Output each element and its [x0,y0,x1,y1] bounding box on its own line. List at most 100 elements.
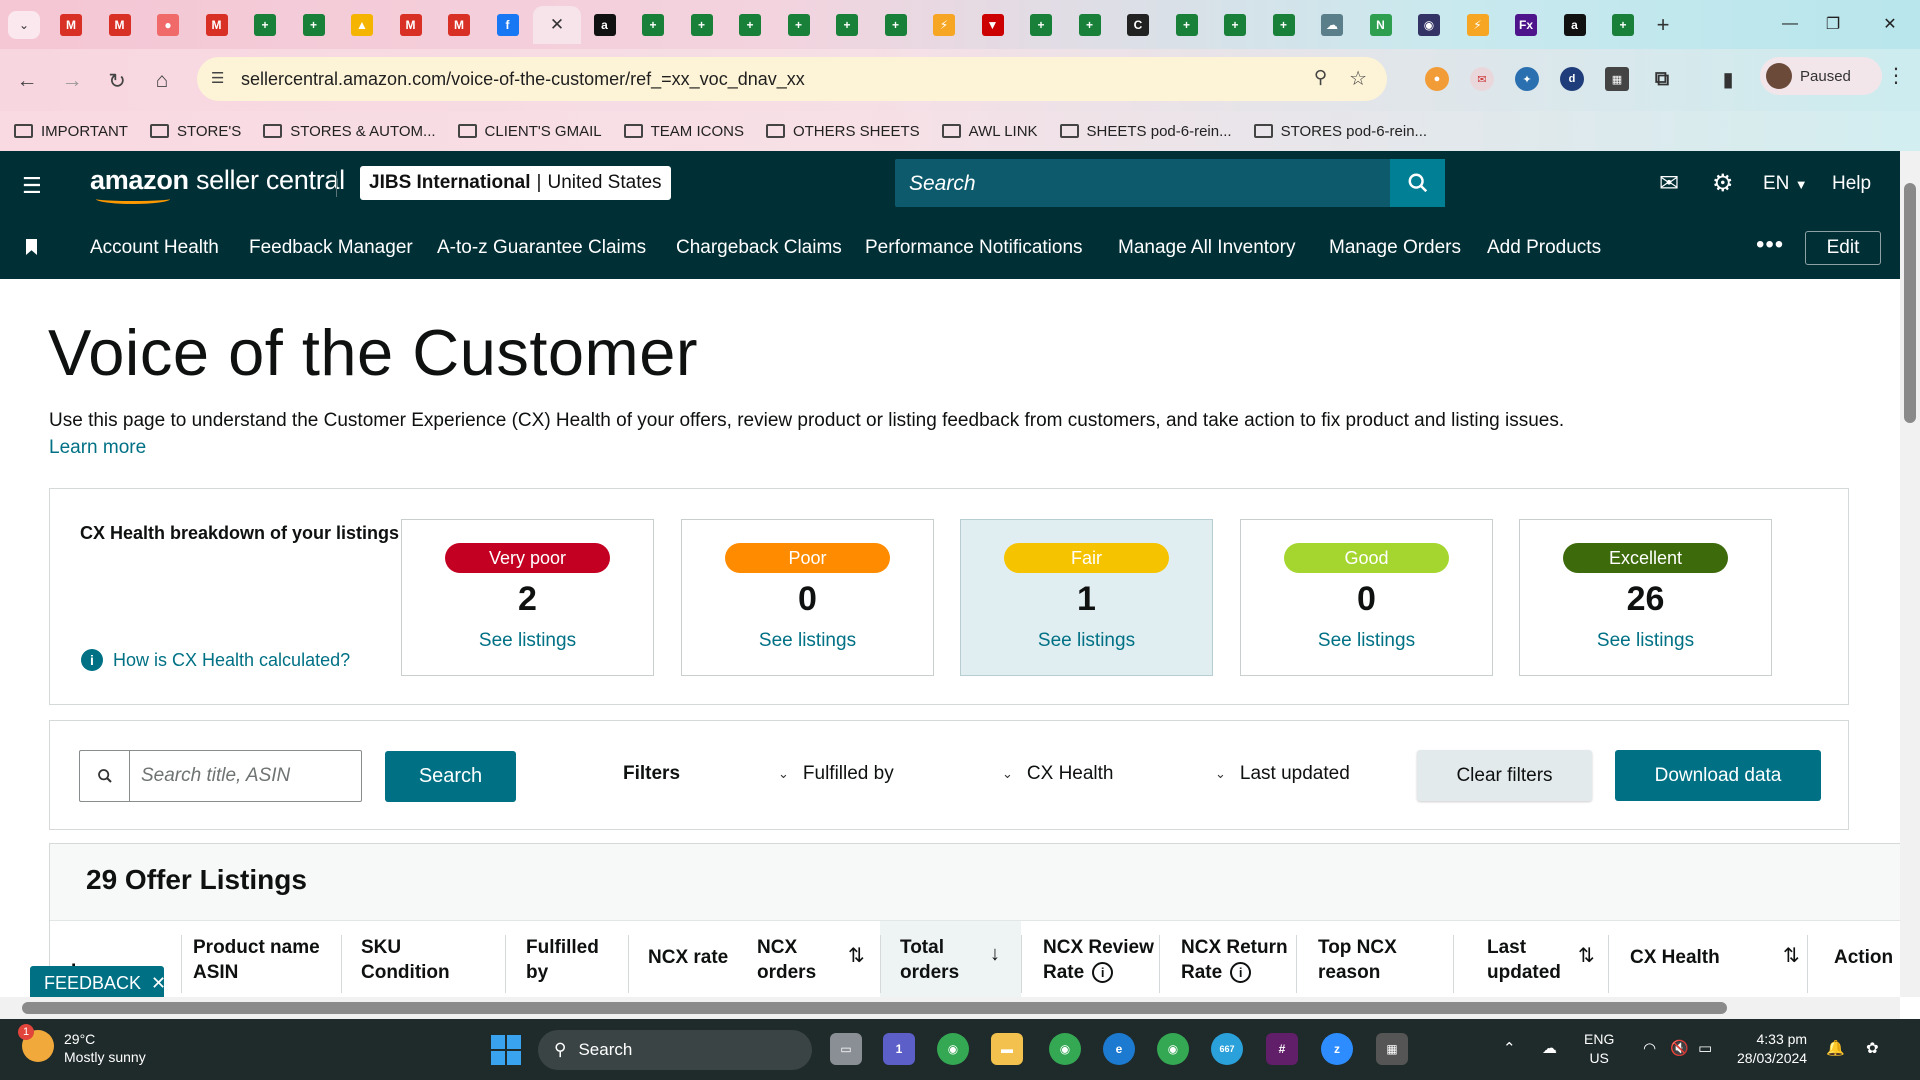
scrollbar-thumb[interactable] [22,1002,1727,1014]
vertical-scrollbar[interactable] [1900,151,1920,997]
browser-tab[interactable]: M [388,6,434,44]
search-button[interactable] [1390,159,1445,207]
bookmark-folder[interactable]: AWL LINK [941,123,1038,140]
site-info-icon[interactable]: ☰ [211,69,224,87]
nav-link[interactable]: Chargeback Claims [676,237,842,259]
browser-tab[interactable]: M [194,6,240,44]
browser-tab[interactable]: + [824,6,870,44]
browser-tab[interactable]: + [776,6,822,44]
cx-health-dropdown[interactable]: ⌄ CX Health [1002,763,1114,785]
browser-tab[interactable]: + [242,6,288,44]
account-switcher[interactable]: JIBS International | United States [360,166,671,200]
bookmark-icon[interactable] [26,239,37,255]
taskbar-search[interactable]: ⚲ Search [538,1030,812,1070]
extensions-puzzle-icon[interactable]: ⧉ [1650,67,1674,91]
edit-nav-button[interactable]: Edit [1805,231,1881,265]
nav-link[interactable]: Manage All Inventory [1118,237,1295,259]
cx-health-card[interactable]: Poor 0 See listings [681,519,934,676]
hamburger-menu-icon[interactable]: ☰ [22,173,42,199]
task-view-icon[interactable]: ▭ [830,1033,862,1065]
cx-health-card[interactable]: Very poor 2 See listings [401,519,654,676]
nav-link[interactable]: Performance Notifications [865,237,1083,259]
gear-icon[interactable]: ⚙ [1712,169,1734,198]
horizontal-scrollbar[interactable] [0,997,1900,1019]
browser-tab[interactable]: + [727,6,773,44]
browser-tab[interactable]: ▲ [339,6,385,44]
bookmark-folder[interactable]: SHEETS pod-6-rein... [1059,123,1232,140]
search-button[interactable]: Search [385,751,516,802]
last-updated-dropdown[interactable]: ⌄ Last updated [1215,763,1350,785]
column-header[interactable]: NCX Review Rate i [1043,935,1154,985]
seller-central-logo[interactable]: amazon seller central [90,165,345,204]
windows-start-icon[interactable] [491,1035,521,1065]
browser-tab[interactable]: + [1212,6,1258,44]
cx-health-card[interactable]: Good 0 See listings [1240,519,1493,676]
close-icon[interactable]: ✕ [546,14,568,36]
clear-filters-button[interactable]: Clear filters [1417,750,1592,801]
extension-icon[interactable]: ✉ [1470,67,1494,91]
column-header[interactable]: NCX rate [648,945,728,970]
sort-descending-icon[interactable]: ↓ [990,943,1000,966]
browser-tab[interactable]: + [873,6,919,44]
notification-bell-icon[interactable]: 🔔 [1826,1039,1845,1057]
column-header[interactable]: Product name ASIN [193,935,320,985]
column-header[interactable]: NCX Return Rate i [1181,935,1288,985]
see-listings-link[interactable]: See listings [961,630,1212,652]
browser-tab[interactable]: N [1358,6,1404,44]
bookmark-star-icon[interactable]: ☆ [1349,66,1367,91]
cx-health-card[interactable]: Excellent 26 See listings [1519,519,1772,676]
info-icon[interactable]: i [1092,962,1114,984]
see-listings-link[interactable]: See listings [1520,630,1771,652]
bookmark-folder[interactable]: STORE'S [149,123,241,140]
input-language[interactable]: ENG US [1584,1030,1614,1068]
nav-link[interactable]: Account Health [90,237,219,259]
info-icon[interactable]: i [1230,962,1252,984]
help-link[interactable]: Help [1832,173,1871,195]
nav-link[interactable]: A-to-z Guarantee Claims [437,237,646,259]
sort-icon[interactable]: ⇅ [1578,943,1595,968]
profile-button[interactable]: Paused [1760,57,1882,95]
sort-icon[interactable]: ⇅ [1783,943,1800,968]
bookmark-folder[interactable]: STORES pod-6-rein... [1253,123,1427,140]
edge-icon[interactable]: e [1103,1033,1135,1065]
see-listings-link[interactable]: See listings [1241,630,1492,652]
column-header[interactable]: Top NCX reason [1318,935,1397,985]
more-options-icon[interactable]: ••• [1756,231,1784,259]
new-tab-icon[interactable]: + [1648,10,1678,40]
column-header[interactable]: Total orders [900,935,959,985]
minimize-icon[interactable]: — [1770,10,1810,38]
cx-health-help-link[interactable]: i How is CX Health calculated? [81,649,350,671]
telegram-icon[interactable]: 667 [1211,1033,1243,1065]
bookmark-folder[interactable]: TEAM ICONS [623,123,744,140]
see-listings-link[interactable]: See listings [682,630,933,652]
feedback-tab[interactable]: FEEDBACK ✕ [30,966,166,1000]
copilot-icon[interactable]: ✿ [1866,1039,1879,1057]
zoom-icon[interactable]: ⚲ [1314,67,1327,88]
restore-icon[interactable]: ❐ [1813,10,1853,38]
column-header[interactable]: Fulfilled by [526,935,599,985]
browser-tab[interactable]: ⚡ [921,6,967,44]
column-header[interactable]: SKU Condition [361,935,450,985]
forward-icon[interactable]: → [55,64,89,98]
volume-muted-icon[interactable]: 🔇 [1670,1039,1689,1057]
seller-search-input[interactable]: Search [895,159,1445,207]
browser-tab[interactable]: a [582,6,628,44]
close-icon[interactable]: ✕ [151,973,166,994]
browser-tab[interactable]: Fx [1503,6,1549,44]
browser-tab[interactable]: M [48,6,94,44]
browser-tab[interactable]: + [630,6,676,44]
browser-tab[interactable]: ⚡ [1455,6,1501,44]
browser-tab[interactable]: ✕ [533,6,581,44]
column-header[interactable]: Last updated [1487,935,1561,985]
browser-menu-icon[interactable]: ⋮ [1886,63,1906,88]
chevron-up-icon[interactable]: ⌃ [1503,1039,1516,1057]
mail-icon[interactable]: ✉ [1659,169,1679,198]
extension-icon[interactable]: ✦ [1515,67,1539,91]
column-header[interactable]: NCX orders [757,935,816,985]
browser-tab[interactable]: ◉ [1406,6,1452,44]
browser-tab[interactable]: ● [145,6,191,44]
browser-tab[interactable]: ☁ [1309,6,1355,44]
sort-icon[interactable]: ⇅ [848,943,865,968]
cx-health-card[interactable]: Fair 1 See listings [960,519,1213,676]
browser-tab[interactable]: + [1600,6,1646,44]
